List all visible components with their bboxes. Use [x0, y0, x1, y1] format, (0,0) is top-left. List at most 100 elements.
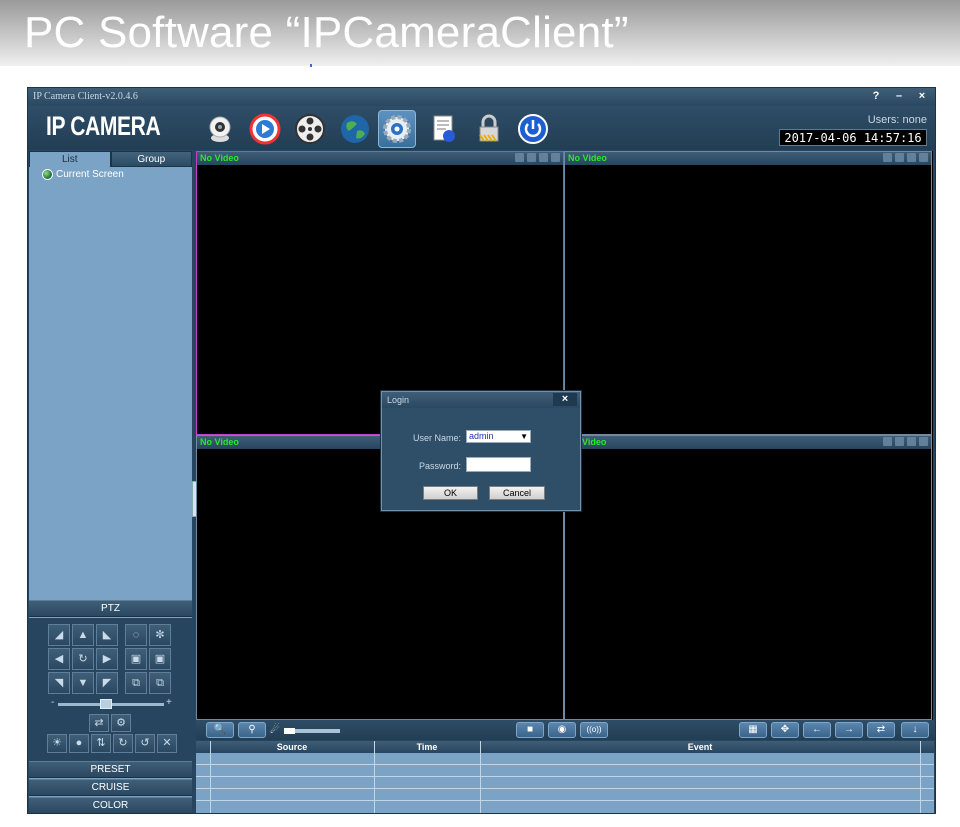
cruise-header[interactable]: CRUISE — [29, 779, 192, 796]
ptz-header[interactable]: PTZ — [29, 600, 192, 617]
next-page-icon[interactable]: → — [835, 722, 863, 738]
clock-display: 2017-04-06 14:57:16 — [779, 129, 927, 146]
iris-close-icon[interactable]: ⧉ — [149, 672, 171, 694]
ok-button[interactable]: OK — [423, 486, 478, 500]
focus-near-icon[interactable]: ◌ — [125, 624, 147, 646]
video-cell-4[interactable]: Video — [564, 435, 932, 720]
ptz-down-left-icon[interactable]: ◥ — [48, 672, 70, 694]
snapshot-camera-icon[interactable]: ◉ — [548, 722, 576, 738]
record-video-icon[interactable]: ■ — [516, 722, 544, 738]
speaker-icon[interactable] — [527, 153, 536, 162]
video-cell-header: Video — [565, 436, 931, 449]
mic-icon[interactable] — [883, 153, 892, 162]
speed-minus-icon: - — [51, 697, 55, 708]
video-cell-header: No Video — [565, 152, 931, 165]
ptz-up-left-icon[interactable]: ◢ — [48, 624, 70, 646]
expand-down-icon[interactable]: ↓ — [901, 722, 929, 738]
close-button[interactable]: × — [912, 89, 932, 104]
film-reel-icon[interactable] — [291, 110, 329, 148]
column-divider — [210, 741, 211, 813]
tab-group[interactable]: Group — [110, 151, 192, 167]
login-dialog-title: Login — [382, 392, 580, 408]
video-status: No Video — [200, 437, 239, 447]
cycle-icon[interactable]: ⇄ — [867, 722, 895, 738]
previous-page-icon[interactable]: ← — [803, 722, 831, 738]
camera-icon[interactable] — [201, 110, 239, 148]
power-icon[interactable] — [514, 110, 552, 148]
mic-icon[interactable] — [515, 153, 524, 162]
event-log-table[interactable]: Source Time Event — [196, 741, 934, 813]
patrol-gear-icon[interactable]: ⚙ — [111, 714, 131, 732]
record-icon[interactable] — [539, 153, 548, 162]
cancel-button[interactable]: Cancel — [489, 486, 545, 500]
tree-item-current-screen[interactable]: Current Screen — [42, 169, 124, 180]
microphone-icon[interactable]: ⚲ — [238, 722, 266, 738]
ptz-down-right-icon[interactable]: ◤ — [96, 672, 118, 694]
fullscreen-icon[interactable]: ✥ — [771, 722, 799, 738]
cruise-v-icon[interactable]: ↺ — [135, 734, 155, 753]
log-document-icon[interactable] — [425, 110, 463, 148]
login-close-button[interactable]: × — [553, 393, 577, 406]
broadcast-icon[interactable]: ((o)) — [580, 722, 608, 738]
record-icon[interactable] — [907, 153, 916, 162]
color-header[interactable]: COLOR — [29, 797, 192, 814]
tree-item-label: Current Screen — [56, 169, 124, 180]
tab-list[interactable]: List — [29, 151, 111, 167]
table-row — [196, 776, 934, 777]
video-cell-2[interactable]: No Video — [564, 151, 932, 435]
snapshot-icon[interactable] — [919, 437, 928, 446]
main-toolbar: IP CAMERA Users: none 2017-04-06 14:57:1… — [28, 106, 935, 150]
globe-icon — [42, 169, 53, 180]
banner: PC Software “IPCameraClient” — [0, 0, 960, 67]
password-field[interactable] — [466, 457, 531, 472]
flip-icon[interactable]: ⇄ — [89, 714, 109, 732]
bottom-toolbar: 🔍 ⚲ ☄ ■ ◉ ((o)) ▦ ✥ ← → ⇄ ↓ — [196, 720, 935, 740]
bulb-icon[interactable]: ● — [69, 734, 89, 753]
banner-title: PC Software “IPCameraClient” — [24, 8, 629, 57]
speaker-icon[interactable] — [895, 153, 904, 162]
zoom-in-icon[interactable]: ▣ — [125, 648, 147, 670]
cruise-h-icon[interactable]: ↻ — [113, 734, 133, 753]
ptz-down-icon[interactable]: ▼ — [72, 672, 94, 694]
focus-far-icon[interactable]: ✼ — [149, 624, 171, 646]
mic-icon[interactable] — [883, 437, 892, 446]
iris-open-icon[interactable]: ⧉ — [125, 672, 147, 694]
ptz-center-rotate-icon[interactable]: ↻ — [72, 648, 94, 670]
username-select[interactable]: admin ▼ — [466, 430, 531, 443]
video-cell-header: No Video — [197, 152, 563, 165]
mirror-icon[interactable]: ⇅ — [91, 734, 111, 753]
ptz-up-icon[interactable]: ▲ — [72, 624, 94, 646]
window-title: IP Camera Client-v2.0.4.6 — [33, 91, 138, 102]
globe-icon[interactable] — [336, 110, 374, 148]
preset-header[interactable]: PRESET — [29, 761, 192, 778]
ptz-left-icon[interactable]: ◀ — [48, 648, 70, 670]
column-divider — [480, 741, 481, 813]
zoom-out-icon[interactable]: ▣ — [149, 648, 171, 670]
column-divider — [920, 741, 921, 813]
layout-grid-icon[interactable]: ▦ — [739, 722, 767, 738]
volume-slider-fill[interactable] — [284, 728, 296, 734]
username-label: User Name: — [413, 433, 462, 443]
speed-plus-icon: + — [166, 697, 172, 708]
speaker-icon[interactable] — [895, 437, 904, 446]
snapshot-icon[interactable] — [919, 153, 928, 162]
light-icon[interactable]: ☀ — [47, 734, 67, 753]
event-log-header: Source Time Event — [196, 741, 934, 753]
column-event[interactable]: Event — [480, 741, 920, 753]
record-icon[interactable] — [907, 437, 916, 446]
settings-gear-icon[interactable] — [378, 110, 416, 148]
column-source[interactable]: Source — [210, 741, 374, 753]
lock-icon[interactable] — [470, 110, 508, 148]
column-time[interactable]: Time — [374, 741, 480, 753]
volume-icon[interactable]: ☄ — [270, 723, 280, 736]
play-icon[interactable] — [246, 110, 284, 148]
title-bar: IP Camera Client-v2.0.4.6 ? – × — [28, 88, 935, 106]
search-icon[interactable]: 🔍 — [206, 722, 234, 738]
ptz-up-right-icon[interactable]: ◣ — [96, 624, 118, 646]
snapshot-icon[interactable] — [551, 153, 560, 162]
minimize-button[interactable]: – — [889, 89, 909, 104]
ptz-right-icon[interactable]: ▶ — [96, 648, 118, 670]
stop-cruise-icon[interactable]: ✕ — [157, 734, 177, 753]
ptz-speed-slider-knob[interactable] — [99, 699, 112, 709]
help-button[interactable]: ? — [866, 89, 886, 104]
